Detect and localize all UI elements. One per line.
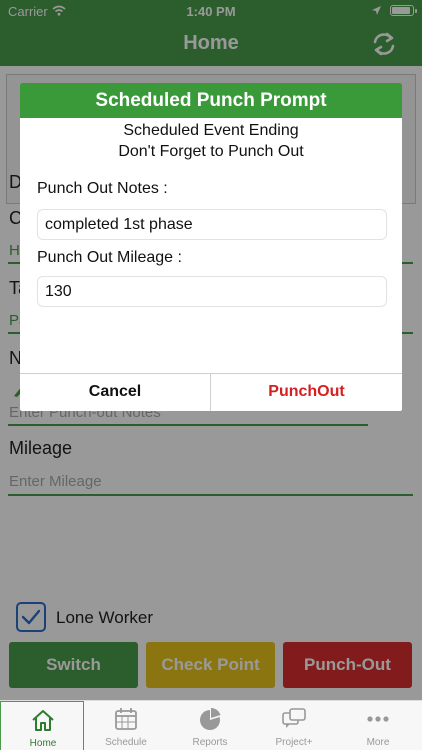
tab-label: More xyxy=(366,737,390,748)
cancel-button[interactable]: Cancel xyxy=(20,374,211,411)
tab-more[interactable]: More xyxy=(336,701,420,750)
home-icon xyxy=(32,710,54,731)
punch-out-notes-field[interactable]: completed 1st phase xyxy=(37,209,387,240)
tab-home[interactable]: Home xyxy=(0,701,84,750)
punchout-confirm-button[interactable]: PunchOut xyxy=(211,374,402,411)
chat-bubbles-icon xyxy=(282,708,306,728)
tab-project[interactable]: Project+ xyxy=(252,701,336,750)
tab-label: Schedule xyxy=(105,737,147,748)
punch-out-notes-label: Punch Out Notes : xyxy=(37,180,168,197)
calendar-icon xyxy=(115,708,137,730)
tab-label: Home xyxy=(29,738,57,749)
dialog-subtitle: Scheduled Event Ending xyxy=(123,122,299,139)
tab-label: Reports xyxy=(192,737,228,748)
pie-chart-icon xyxy=(200,708,221,730)
dialog-subtitle: Don't Forget to Punch Out xyxy=(118,143,304,160)
dialog-button-row: Cancel PunchOut xyxy=(20,373,402,411)
tab-label: Project+ xyxy=(275,737,313,748)
punch-out-mileage-label: Punch Out Mileage : xyxy=(37,249,182,266)
dialog-title: Scheduled Punch Prompt xyxy=(20,83,402,118)
more-icon xyxy=(367,716,389,722)
tab-schedule[interactable]: Schedule xyxy=(84,701,168,750)
scheduled-punch-dialog: Scheduled Punch Prompt Scheduled Event E… xyxy=(20,83,402,411)
tab-bar: Home Schedule Reports Project+ More xyxy=(0,700,422,750)
punch-out-mileage-field[interactable]: 130 xyxy=(37,276,387,307)
tab-reports[interactable]: Reports xyxy=(168,701,252,750)
